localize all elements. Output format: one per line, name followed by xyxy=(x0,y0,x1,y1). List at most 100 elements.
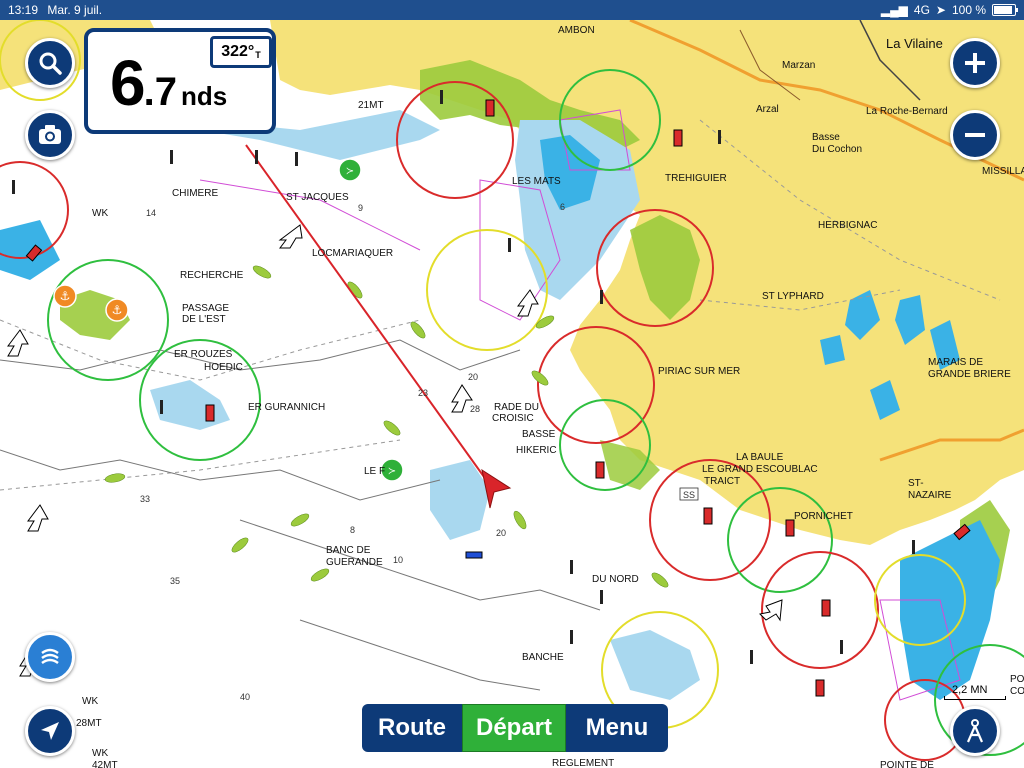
label-reglement: REGLEMENT xyxy=(552,758,614,768)
label-les-mats: LES MATS xyxy=(512,176,561,187)
label-passage-2: DE L'EST xyxy=(182,314,226,325)
label-pornichet: PORNICHET xyxy=(794,511,853,522)
label-la-baule-1: LA BAULE xyxy=(736,452,784,463)
bottom-action-bar: Route Départ Menu xyxy=(362,704,668,752)
label-er-rouzes: ER ROUZES xyxy=(174,349,233,360)
svg-text:40: 40 xyxy=(240,692,250,702)
camera-icon xyxy=(39,125,61,144)
route-button[interactable]: Route xyxy=(362,704,462,752)
label-ambon: AMBON xyxy=(558,25,595,36)
layers-wave-icon xyxy=(41,648,59,665)
plus-icon xyxy=(965,53,985,73)
recenter-button[interactable] xyxy=(950,706,1000,756)
compass-person-icon xyxy=(966,719,984,743)
label-ss: SS xyxy=(683,490,695,500)
search-icon xyxy=(39,52,62,75)
label-recherche: RECHERCHE xyxy=(180,270,244,281)
layers-button[interactable] xyxy=(25,632,75,682)
label-banc-1: BANC DE xyxy=(326,545,371,556)
scale-bar: 2,2 MN xyxy=(944,684,1006,700)
svg-text:≻: ≻ xyxy=(388,466,396,477)
heading-suffix: T xyxy=(255,50,261,60)
status-bar: 13:19 Mar. 9 juil. ▂▄▆ 4G ➤ 100 % xyxy=(0,0,1024,20)
label-banc-2: GUERANDE xyxy=(326,557,383,568)
speed-decimal: .7 xyxy=(143,70,177,114)
label-st-lyphard: ST LYPHARD xyxy=(762,291,824,302)
svg-text:20: 20 xyxy=(468,372,478,382)
label-co-2: CO xyxy=(1010,686,1024,697)
camera-button[interactable] xyxy=(25,110,75,160)
label-la-baule-3: TRAICT xyxy=(704,476,740,487)
label-wk-2: WK xyxy=(82,696,98,707)
label-marais-2: GRANDE BRIERE xyxy=(928,369,1011,380)
label-passage-1: PASSAGE xyxy=(182,303,229,314)
svg-text:33: 33 xyxy=(140,494,150,504)
label-piriac: PIRIAC SUR MER xyxy=(658,366,740,377)
label-roche-bernard: La Roche-Bernard xyxy=(866,106,948,117)
label-basse-cochon-1: Basse xyxy=(812,132,840,143)
menu-button[interactable]: Menu xyxy=(566,704,668,752)
svg-text:14: 14 xyxy=(146,208,156,218)
label-le-four: LE F xyxy=(364,466,385,477)
speed-unit: nds xyxy=(180,81,228,111)
label-wk-1: WK xyxy=(92,208,108,219)
zoom-in-button[interactable] xyxy=(950,38,1000,88)
label-du-nord: DU NORD xyxy=(592,574,639,585)
svg-text:⚓: ⚓ xyxy=(112,303,123,317)
speed-integer: 6 xyxy=(110,47,146,119)
label-la-vilaine: La Vilaine xyxy=(886,36,943,51)
label-basse-cochon-2: Du Cochon xyxy=(812,144,862,155)
label-st-nazaire-2: NAZAIRE xyxy=(908,490,952,501)
label-st-nazaire-1: ST- xyxy=(908,478,924,489)
label-21mt: 21MT xyxy=(358,100,384,111)
label-la-baule-2: LE GRAND ESCOUBLAC xyxy=(702,464,818,475)
svg-text:8: 8 xyxy=(350,525,355,535)
svg-text:⚓: ⚓ xyxy=(60,289,71,303)
navigate-arrow-icon xyxy=(41,722,59,740)
label-28mt: 28MT xyxy=(76,718,102,729)
scale-ruler xyxy=(944,696,1006,700)
svg-text:23: 23 xyxy=(418,388,428,398)
label-42mt: 42MT xyxy=(92,760,118,768)
depart-button[interactable]: Départ xyxy=(462,704,566,752)
label-banche: BANCHE xyxy=(522,652,564,663)
label-rade-2: CROISIC xyxy=(492,413,534,424)
svg-text:10: 10 xyxy=(393,555,403,565)
label-pointe: POINTE DE xyxy=(880,760,934,768)
signal-icon: ▂▄▆ xyxy=(880,3,908,17)
label-arzal: Arzal xyxy=(756,104,779,115)
status-time: 13:19 xyxy=(8,3,39,17)
label-st-jacques: ST JACQUES xyxy=(286,192,349,203)
scale-label: 2,2 MN xyxy=(952,684,988,696)
svg-text:28: 28 xyxy=(470,404,480,414)
zoom-out-button[interactable] xyxy=(950,110,1000,160)
speed-readout: 6.7 nds xyxy=(110,46,227,120)
search-button[interactable] xyxy=(25,38,75,88)
navigate-button[interactable] xyxy=(25,706,75,756)
label-wk-3: WK xyxy=(92,748,108,759)
label-missillac: MISSILLA xyxy=(982,166,1024,177)
minus-icon xyxy=(965,133,985,137)
svg-text:20: 20 xyxy=(496,528,506,538)
status-network: 4G xyxy=(913,3,930,17)
svg-text:6: 6 xyxy=(560,202,565,212)
battery-icon xyxy=(992,4,1018,16)
label-basse-hikeric-2: HIKERIC xyxy=(516,445,557,456)
speed-panel[interactable]: 322° T 6.7 nds xyxy=(84,28,276,134)
label-rade-1: RADE DU xyxy=(494,402,539,413)
label-er-guranich: ER GURANNICH xyxy=(248,402,325,413)
label-hoedic: HOEDIC xyxy=(204,362,243,373)
label-treheguier: TREHIGUIER xyxy=(665,173,727,184)
status-date: Mar. 9 juil. xyxy=(47,3,103,17)
label-chimere: CHIMERE xyxy=(172,188,218,199)
svg-text:9: 9 xyxy=(358,203,363,213)
svg-text:≻: ≻ xyxy=(346,166,354,177)
location-icon: ➤ xyxy=(935,3,946,17)
label-marzan: Marzan xyxy=(782,60,815,71)
svg-text:35: 35 xyxy=(170,576,180,586)
label-basse-hikeric-1: BASSE xyxy=(522,429,556,440)
label-po: PO xyxy=(1010,674,1024,685)
label-herbignac: HERBIGNAC xyxy=(818,220,877,231)
status-battery: 100 % xyxy=(951,3,986,17)
label-marais-1: MARAIS DE xyxy=(928,357,983,368)
